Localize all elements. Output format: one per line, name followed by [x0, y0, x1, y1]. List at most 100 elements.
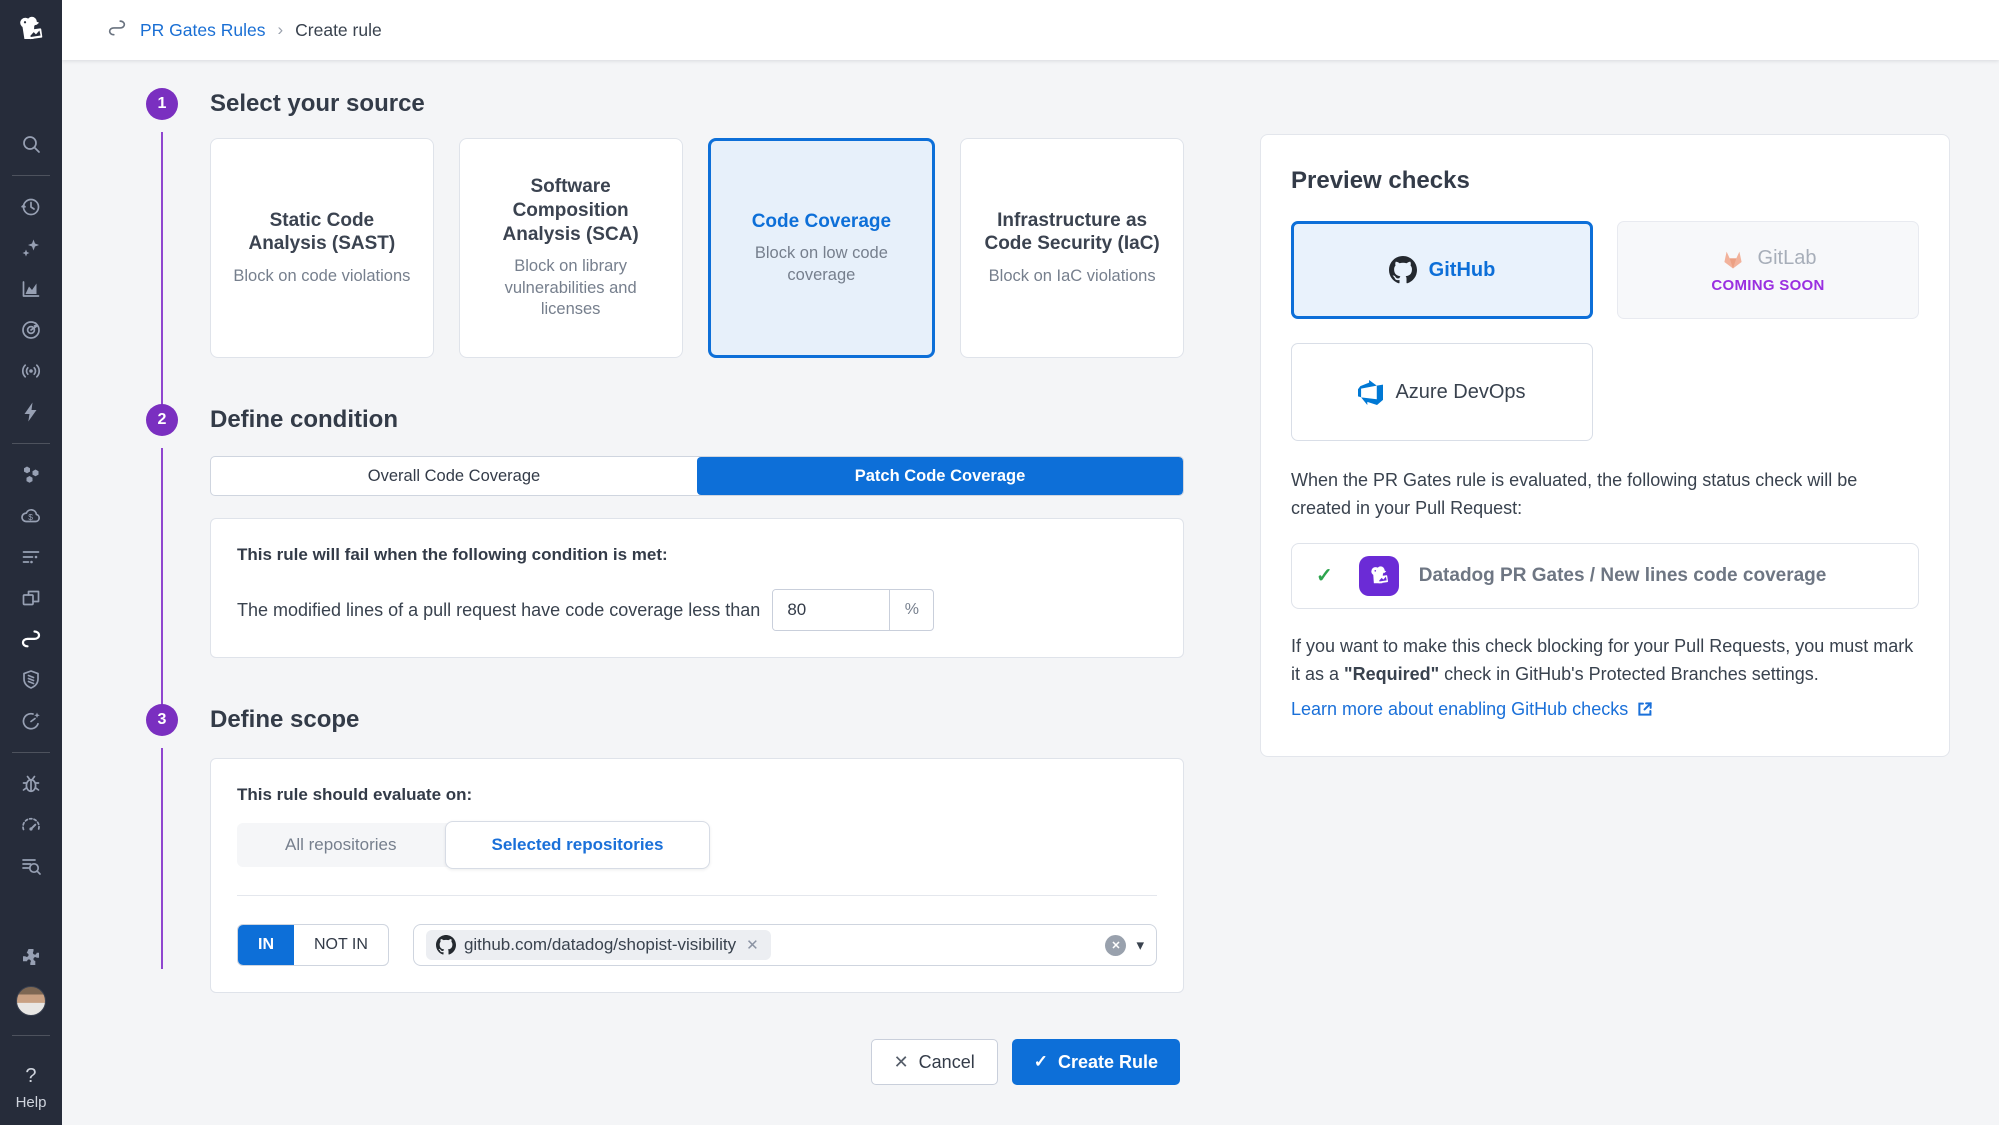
breadcrumb-current: Create rule: [295, 20, 382, 41]
github-icon: [1389, 256, 1417, 284]
repository-select[interactable]: github.com/datadog/shopist-visibility ✕ …: [413, 924, 1157, 966]
log-search-icon[interactable]: [19, 854, 43, 878]
help-menu[interactable]: ? Help: [16, 1065, 47, 1111]
percent-unit: %: [889, 590, 933, 630]
cloud-cost-icon[interactable]: $: [19, 504, 43, 528]
pipelines-breadcrumb-icon: [106, 17, 128, 44]
toggle-not-in[interactable]: NOT IN: [294, 925, 388, 965]
threshold-input-group: %: [772, 589, 934, 631]
step-define-scope: 3 Define scope This rule should evaluate…: [146, 704, 1184, 993]
condition-sentence: The modified lines of a pull request hav…: [237, 600, 760, 621]
source-cards: Static Code Analysis (SAST) Block on cod…: [210, 138, 1184, 358]
source-card-iac[interactable]: Infrastructure as Code Security (IaC) Bl…: [960, 138, 1184, 358]
external-link-icon: [1636, 700, 1654, 718]
rule-form: 1 Select your source Static Code Analysi…: [146, 88, 1184, 1085]
integrations-puzzle-icon[interactable]: [19, 945, 43, 969]
security-shield-icon[interactable]: [19, 668, 43, 692]
step-number-badge: 1: [146, 88, 178, 120]
create-rule-button[interactable]: ✓ Create Rule: [1012, 1039, 1180, 1085]
provider-azure-devops[interactable]: Azure DevOps: [1291, 343, 1593, 441]
performance-speedometer-icon[interactable]: [19, 813, 43, 837]
user-avatar[interactable]: [16, 986, 46, 1016]
source-card-code-coverage[interactable]: Code Coverage Block on low code coverage: [708, 138, 936, 358]
pr-gates-create-rule-page: $ ? Help PR Gates Rules: [0, 0, 1999, 1125]
check-icon: ✓: [1034, 1052, 1048, 1072]
llm-observability-icon[interactable]: [19, 359, 43, 383]
gitlab-icon: [1720, 247, 1746, 271]
scope-divider: [237, 895, 1157, 896]
check-icon: ✓: [1316, 563, 1333, 588]
sidebar-divider: [12, 1035, 50, 1036]
topbar: PR Gates Rules › Create rule: [62, 0, 1999, 60]
sidebar-nav: $ ? Help: [0, 132, 62, 1111]
quality-gauge-icon[interactable]: [19, 709, 43, 733]
log-filter-icon[interactable]: [19, 545, 43, 569]
form-actions: ✕ Cancel ✓ Create Rule: [210, 1039, 1180, 1085]
learn-more-label: Learn more about enabling GitHub checks: [1291, 699, 1628, 720]
content: 1 Select your source Static Code Analysi…: [62, 60, 1999, 1085]
sidebar-divider: [12, 175, 50, 176]
main-area: PR Gates Rules › Create rule 1 Select yo…: [62, 0, 1999, 1125]
provider-name: GitLab: [1758, 247, 1817, 270]
source-card-subtitle: Block on IaC violations: [989, 266, 1156, 287]
scope-panel: This rule should evaluate on: All reposi…: [210, 758, 1184, 993]
source-card-title: Infrastructure as Code Security (IaC): [983, 209, 1161, 257]
coverage-threshold-input[interactable]: [773, 590, 889, 630]
learn-more-link[interactable]: Learn more about enabling GitHub checks: [1291, 699, 1919, 720]
toggle-selected-repositories[interactable]: Selected repositories: [445, 821, 711, 869]
pipelines-icon[interactable]: [19, 627, 43, 651]
status-check-preview: ✓ Datadog PR Gates / New lines code cove…: [1291, 543, 1919, 609]
cancel-label: Cancel: [919, 1052, 975, 1073]
source-card-subtitle: Block on library vulnerabilities and lic…: [482, 256, 660, 320]
source-card-subtitle: Block on low code coverage: [733, 243, 911, 286]
source-card-sast[interactable]: Static Code Analysis (SAST) Block on cod…: [210, 138, 434, 358]
toggle-all-repositories[interactable]: All repositories: [237, 823, 445, 867]
preview-checks-panel: Preview checks GitHub GitLab: [1260, 134, 1950, 757]
ci-visibility-icon[interactable]: [19, 318, 43, 342]
cancel-button[interactable]: ✕ Cancel: [871, 1039, 998, 1085]
toggle-overall-code-coverage[interactable]: Overall Code Coverage: [211, 457, 697, 495]
clear-selection-icon[interactable]: ✕: [1105, 935, 1126, 956]
required-emphasis: "Required": [1344, 664, 1439, 684]
datadog-logo-icon[interactable]: [11, 8, 51, 52]
source-card-title: Code Coverage: [752, 210, 891, 234]
condition-panel: This rule will fail when the following c…: [210, 518, 1184, 658]
condition-row: The modified lines of a pull request hav…: [237, 589, 1157, 631]
infrastructure-hexagons-icon[interactable]: [19, 463, 43, 487]
step-number-badge: 3: [146, 704, 178, 736]
sidebar-divider: [12, 443, 50, 444]
step-define-condition: 2 Define condition Overall Code Coverage…: [146, 404, 1184, 658]
sidebar-divider: [12, 752, 50, 753]
remove-repository-icon[interactable]: ✕: [744, 936, 761, 954]
step-title: Select your source: [210, 88, 1184, 120]
history-icon[interactable]: [19, 195, 43, 219]
breadcrumb-separator: ›: [277, 20, 283, 40]
breadcrumb-pr-gates-rules[interactable]: PR Gates Rules: [140, 20, 265, 41]
metrics-chart-icon[interactable]: [19, 277, 43, 301]
search-icon[interactable]: [19, 132, 43, 156]
chevron-down-icon[interactable]: ▾: [1136, 936, 1144, 954]
bug-tracking-icon[interactable]: [19, 772, 43, 796]
repository-filter-row: IN NOT IN github.com/datadog/shopist-vis…: [237, 924, 1157, 966]
preview-title: Preview checks: [1291, 167, 1919, 195]
copilot-sparkles-icon[interactable]: [19, 236, 43, 260]
step-number-badge: 2: [146, 404, 178, 436]
toggle-in[interactable]: IN: [238, 925, 294, 965]
in-not-in-toggle: IN NOT IN: [237, 924, 389, 966]
coming-soon-badge: COMING SOON: [1711, 277, 1824, 294]
github-icon: [436, 935, 456, 955]
step-title: Define condition: [210, 404, 1184, 436]
source-card-subtitle: Block on code violations: [233, 266, 410, 287]
svg-text:$: $: [28, 512, 33, 522]
condition-intro: This rule will fail when the following c…: [237, 545, 1157, 565]
blocking-note: If you want to make this check blocking …: [1291, 633, 1919, 689]
step-select-source: 1 Select your source Static Code Analysi…: [146, 88, 1184, 358]
actions-bolt-icon[interactable]: [19, 400, 43, 424]
provider-github[interactable]: GitHub: [1291, 221, 1593, 319]
source-card-sca[interactable]: Software Composition Analysis (SCA) Bloc…: [459, 138, 683, 358]
provider-name: GitHub: [1429, 259, 1496, 282]
status-check-label: Datadog PR Gates / New lines code covera…: [1419, 565, 1827, 587]
app-windows-icon[interactable]: [19, 586, 43, 610]
toggle-patch-code-coverage[interactable]: Patch Code Coverage: [697, 457, 1183, 495]
scope-intro: This rule should evaluate on:: [237, 785, 1157, 805]
